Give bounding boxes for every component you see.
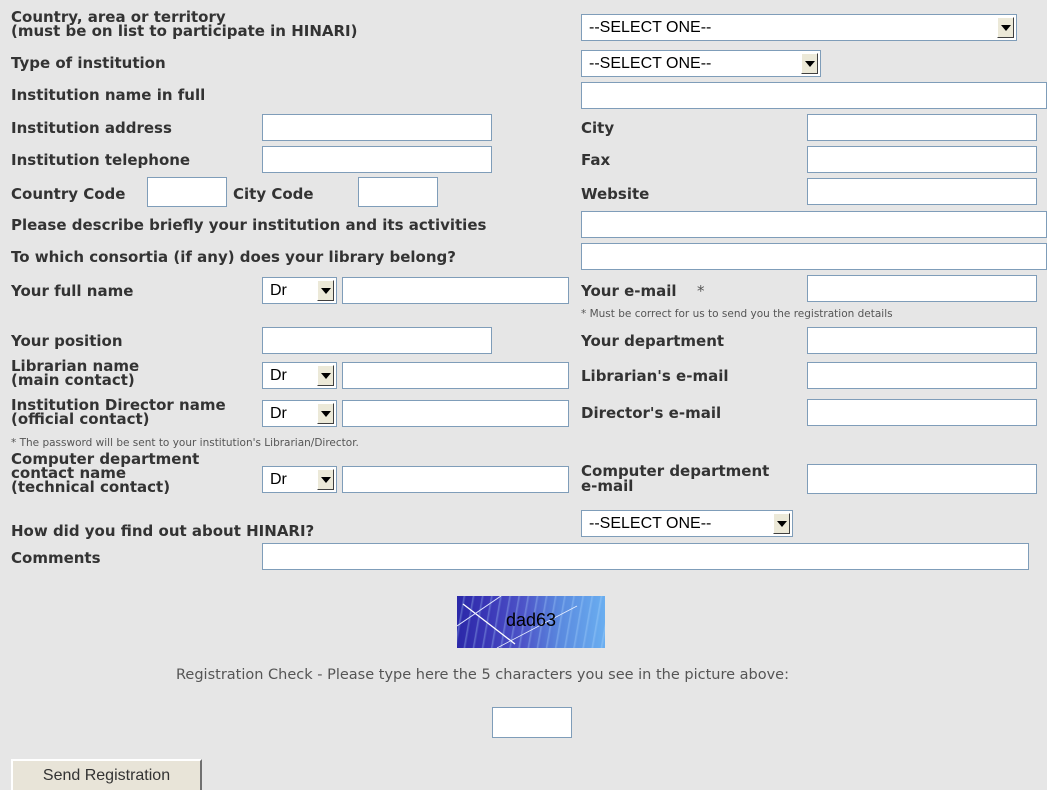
consortia-input[interactable] <box>581 243 1047 270</box>
description-label: Please describe briefly your institution… <box>11 216 487 234</box>
computer-email-label: Computer department <box>581 462 770 480</box>
city-code-label: City Code <box>233 185 314 203</box>
chevron-down-icon <box>997 17 1014 38</box>
director-title-select[interactable]: Dr <box>262 400 337 427</box>
institution-address-label: Institution address <box>11 119 172 137</box>
country-select-value: --SELECT ONE-- <box>589 19 712 36</box>
website-label: Website <box>581 185 650 203</box>
country-code-input[interactable] <box>147 177 227 207</box>
institution-type-select-value: --SELECT ONE-- <box>589 55 712 72</box>
institution-name-input[interactable] <box>581 82 1047 109</box>
librarian-title-value: Dr <box>270 367 287 384</box>
fax-input[interactable] <box>807 146 1037 173</box>
computer-contact-name-input[interactable] <box>342 466 569 493</box>
email-input[interactable] <box>807 275 1037 302</box>
city-input[interactable] <box>807 114 1037 141</box>
librarian-email-input[interactable] <box>807 362 1037 389</box>
website-input[interactable] <box>807 178 1037 205</box>
institution-type-label: Type of institution <box>11 54 166 72</box>
director-title-value: Dr <box>270 405 287 422</box>
computer-contact-title-value: Dr <box>270 471 287 488</box>
how-found-label: How did you find out about HINARI? <box>11 522 315 540</box>
captcha-instruction: Registration Check - Please type here th… <box>176 667 789 683</box>
director-name-input[interactable] <box>342 400 569 427</box>
chevron-down-icon <box>801 53 818 74</box>
institution-telephone-label: Institution telephone <box>11 151 191 169</box>
computer-contact-sublabel: (technical contact) <box>11 478 171 496</box>
computer-contact-title-select[interactable]: Dr <box>262 466 337 493</box>
password-note: * The password will be sent to your inst… <box>11 437 359 449</box>
full-name-title-value: Dr <box>270 282 287 299</box>
comments-label: Comments <box>11 549 101 567</box>
country-sublabel: (must be on list to participate in HINAR… <box>11 22 358 40</box>
consortia-label: To which consortia (if any) does your li… <box>11 248 456 266</box>
country-code-label: Country Code <box>11 185 126 203</box>
position-label: Your position <box>11 332 123 350</box>
full-name-title-select[interactable]: Dr <box>262 277 337 304</box>
chevron-down-icon <box>317 469 334 490</box>
department-input[interactable] <box>807 327 1037 354</box>
full-name-input[interactable] <box>342 277 569 304</box>
librarian-title-select[interactable]: Dr <box>262 362 337 389</box>
librarian-sublabel: (main contact) <box>11 371 135 389</box>
institution-address-input[interactable] <box>262 114 492 141</box>
institution-type-select[interactable]: --SELECT ONE-- <box>581 50 821 77</box>
city-code-input[interactable] <box>358 177 438 207</box>
director-email-label: Director's e-mail <box>581 404 722 422</box>
captcha-text: dad63 <box>505 610 557 630</box>
chevron-down-icon <box>317 280 334 301</box>
position-input[interactable] <box>262 327 492 354</box>
fax-label: Fax <box>581 151 611 169</box>
captcha-input[interactable] <box>492 707 572 738</box>
librarian-email-label: Librarian's e-mail <box>581 367 729 385</box>
chevron-down-icon <box>317 403 334 424</box>
registration-form: Country, area or territory (must be on l… <box>0 0 1047 790</box>
institution-telephone-input[interactable] <box>262 146 492 173</box>
comments-input[interactable] <box>262 543 1029 570</box>
country-select[interactable]: --SELECT ONE-- <box>581 14 1017 41</box>
captcha-image: dad63 <box>457 596 605 648</box>
required-marker: * <box>697 282 705 300</box>
institution-name-label: Institution name in full <box>11 86 206 104</box>
description-input[interactable] <box>581 211 1047 238</box>
computer-email-input[interactable] <box>807 464 1037 494</box>
chevron-down-icon <box>317 365 334 386</box>
director-sublabel: (official contact) <box>11 410 150 428</box>
director-email-input[interactable] <box>807 399 1037 426</box>
email-note: * Must be correct for us to send you the… <box>581 308 893 320</box>
city-label: City <box>581 119 615 137</box>
department-label: Your department <box>581 332 725 350</box>
computer-email-label-line2: e-mail <box>581 477 634 495</box>
full-name-label: Your full name <box>11 282 134 300</box>
send-registration-button[interactable]: Send Registration <box>11 759 202 790</box>
chevron-down-icon <box>773 513 790 534</box>
how-found-select-value: --SELECT ONE-- <box>589 515 712 532</box>
librarian-name-input[interactable] <box>342 362 569 389</box>
how-found-select[interactable]: --SELECT ONE-- <box>581 510 793 537</box>
email-label: Your e-mail <box>581 282 677 300</box>
